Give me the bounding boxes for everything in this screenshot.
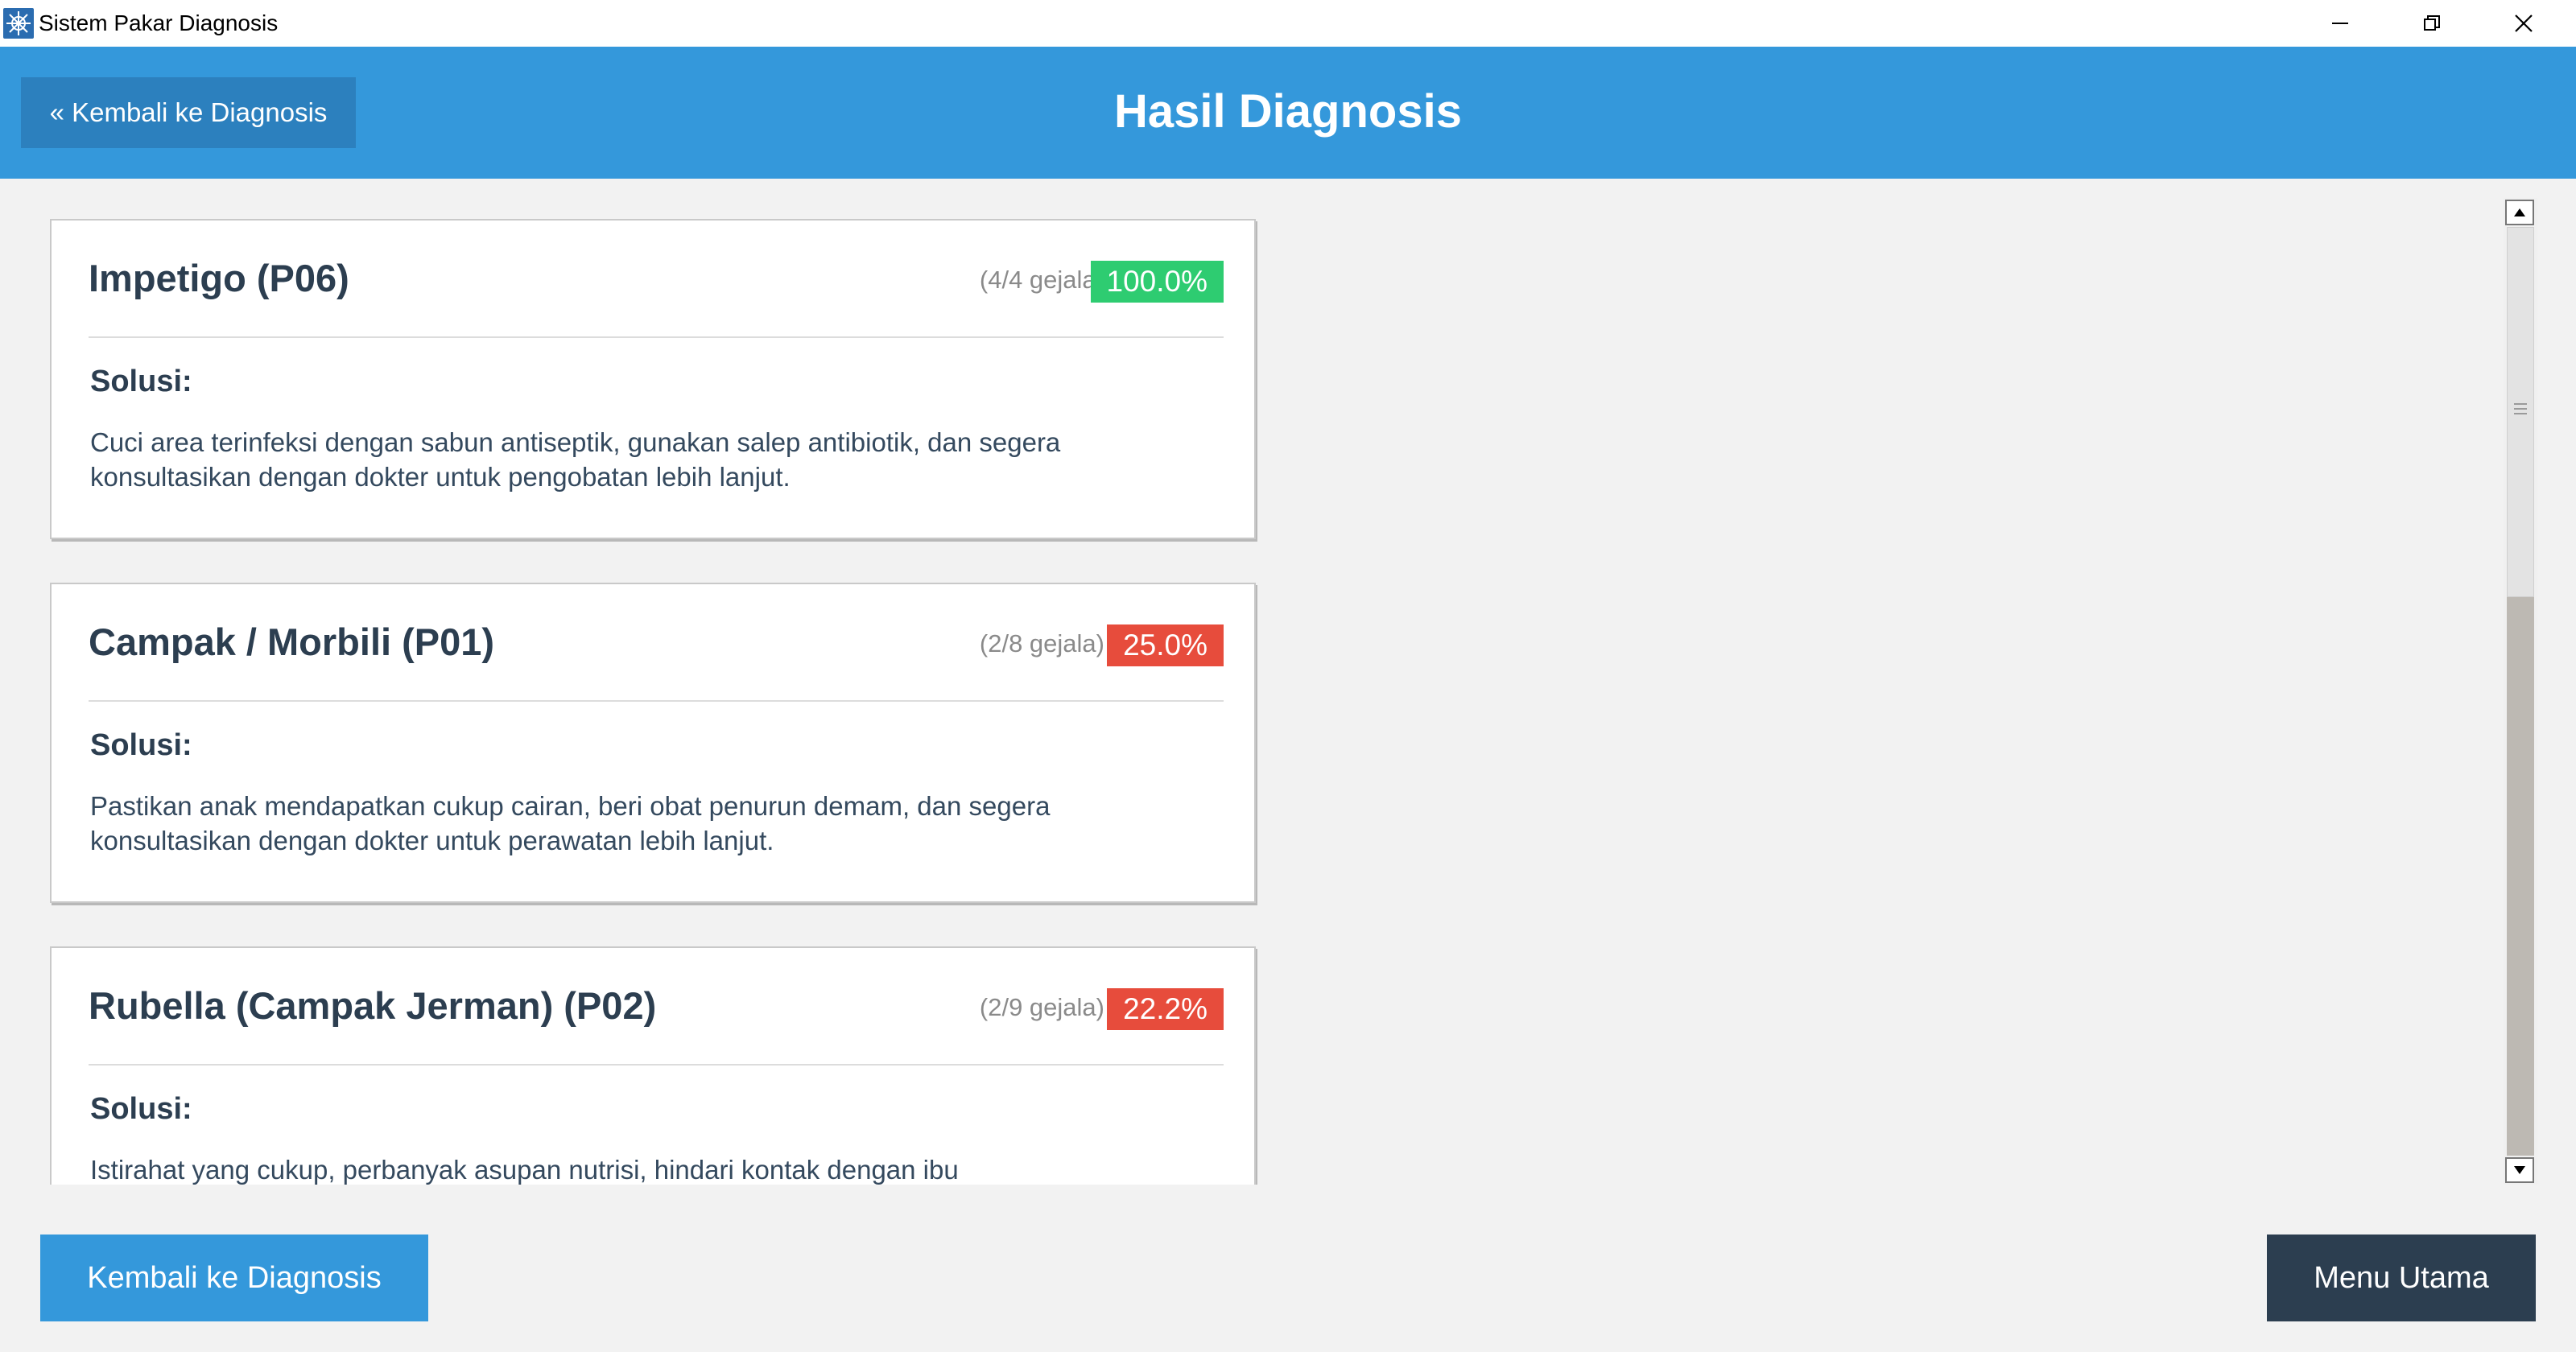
back-to-diagnosis-button[interactable]: Kembali ke Diagnosis xyxy=(40,1235,428,1321)
solusi-label: Solusi: xyxy=(90,1092,192,1126)
scroll-grip-line xyxy=(2514,408,2527,410)
symptom-count: (2/8 gejala) xyxy=(979,629,1104,657)
restore-icon xyxy=(2424,15,2440,31)
scroll-up-arrow-icon xyxy=(2514,208,2525,216)
solusi-text: Cuci area terinfeksi dengan sabun antise… xyxy=(90,427,1061,492)
card-divider xyxy=(89,336,1224,338)
scroll-down-button[interactable] xyxy=(2505,1157,2534,1183)
vertical-scrollbar[interactable] xyxy=(2504,198,2537,1185)
result-card: Campak / Morbili (P01) (2/8 gejala) 25.0… xyxy=(50,583,1256,903)
scroll-down-arrow-icon xyxy=(2514,1166,2525,1174)
match-percent-badge: 100.0% xyxy=(1090,261,1224,303)
scroll-grip-line xyxy=(2514,403,2527,405)
main-menu-button[interactable]: Menu Utama xyxy=(2267,1235,2536,1321)
scroll-up-button[interactable] xyxy=(2505,200,2534,225)
header-bar: « Kembali ke Diagnosis Hasil Diagnosis xyxy=(0,47,2576,179)
page-title: Hasil Diagnosis xyxy=(1114,85,1462,138)
window-title-bar: Sistem Pakar Diagnosis xyxy=(0,0,2576,47)
solusi-label: Solusi: xyxy=(90,728,192,762)
window-title: Sistem Pakar Diagnosis xyxy=(39,10,279,35)
disease-title: Impetigo (P06) xyxy=(89,257,349,299)
card-divider xyxy=(89,1064,1224,1066)
result-card: Impetigo (P06) (4/4 gejala) 100.0% Solus… xyxy=(50,219,1256,539)
solusi-text: Pastikan anak mendapatkan cukup cairan, … xyxy=(90,791,1051,855)
restore-button[interactable] xyxy=(2388,0,2476,47)
minimize-button[interactable] xyxy=(2296,0,2384,47)
minimize-icon xyxy=(2332,23,2348,24)
match-percent-badge: 25.0% xyxy=(1107,624,1224,666)
app-logo-icon xyxy=(3,8,34,39)
symptom-count: (2/9 gejala) xyxy=(979,993,1104,1021)
close-icon xyxy=(2515,14,2533,32)
result-card: Rubella (Campak Jerman) (P02) (2/9 gejal… xyxy=(50,946,1256,1185)
card-divider xyxy=(89,700,1224,702)
results-scroll-area: Impetigo (P06) (4/4 gejala) 100.0% Solus… xyxy=(0,179,2504,1185)
disease-title: Rubella (Campak Jerman) (P02) xyxy=(89,984,657,1027)
scroll-grip-line xyxy=(2514,413,2527,414)
disease-title: Campak / Morbili (P01) xyxy=(89,620,495,663)
solusi-text: Istirahat yang cukup, perbanyak asupan n… xyxy=(90,1155,959,1185)
close-button[interactable] xyxy=(2479,0,2568,47)
match-percent-badge: 22.2% xyxy=(1107,988,1224,1030)
scroll-thumb[interactable] xyxy=(2507,227,2534,597)
symptom-count: (4/4 gejala) xyxy=(979,266,1104,294)
solusi-label: Solusi: xyxy=(90,365,192,398)
